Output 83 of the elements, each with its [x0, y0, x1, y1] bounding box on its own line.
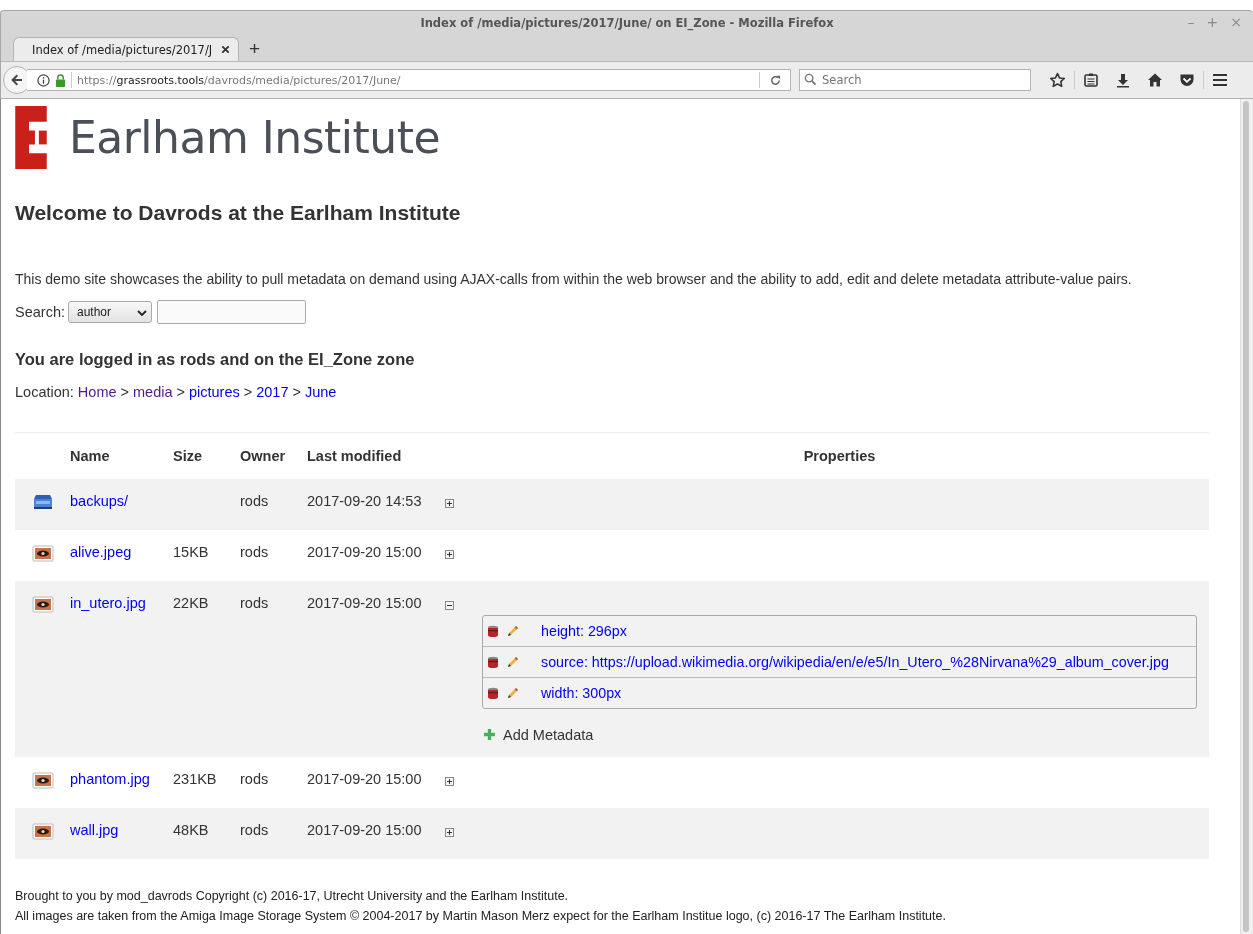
modified-date: 2017-09-20 14:53 — [307, 493, 422, 509]
modified-date: 2017-09-20 15:00 — [307, 595, 422, 611]
owner-text: rods — [240, 544, 269, 560]
metadata-link[interactable]: width: 300px — [541, 685, 622, 701]
reload-icon[interactable] — [769, 73, 782, 87]
browser-tab[interactable]: Index of /media/pictures/2017/J — [13, 37, 239, 61]
file-link[interactable]: phantom.jpg — [70, 771, 150, 787]
modified-date: 2017-09-20 15:00 — [307, 544, 422, 560]
breadcrumb-separator: > — [176, 384, 185, 400]
close-tab-icon[interactable] — [221, 45, 230, 54]
breadcrumb-link[interactable]: Home — [77, 384, 117, 400]
modified-date: 2017-09-20 15:00 — [307, 771, 422, 787]
image-file-icon — [31, 596, 54, 614]
column-header: Owner — [240, 448, 287, 464]
owner-text: rods — [240, 771, 269, 787]
column-header: Properties — [802, 448, 877, 464]
column-header: Name — [70, 448, 111, 464]
pocket-icon[interactable] — [1179, 72, 1195, 88]
expand-toggle[interactable] — [445, 550, 454, 559]
owner-text: rods — [240, 822, 269, 838]
lock-icon — [55, 73, 66, 87]
file-size: 48KB — [173, 822, 209, 838]
expand-toggle[interactable] — [445, 499, 454, 508]
reading-list-icon[interactable] — [1083, 72, 1099, 88]
delete-icon[interactable] — [487, 625, 499, 637]
file-link[interactable]: backups/ — [70, 493, 129, 509]
footer-text: All images are taken from the Amiga Image Storage System © 2004-2017 by Martin Mason Merz expect for the Earlham Institue logo, (c) 2016-17 The Earlham Institute. — [15, 909, 947, 923]
metadata-link[interactable]: height: 296px — [541, 623, 627, 639]
home-icon[interactable] — [1147, 72, 1163, 88]
file-link[interactable]: in_utero.jpg — [70, 595, 146, 611]
footer-text: Brought to you by mod_davrods Copyright (c) 2016-17, Utrecht University and the Earlham Institute. — [15, 889, 570, 903]
breadcrumb-link[interactable]: 2017 — [256, 384, 289, 400]
delete-icon[interactable] — [487, 687, 499, 699]
file-link[interactable]: alive.jpeg — [70, 544, 132, 560]
location-label: Location: — [15, 384, 74, 400]
download-icon[interactable] — [1115, 72, 1131, 88]
image-file-icon — [31, 772, 54, 790]
pencil-icon[interactable] — [507, 656, 519, 668]
pencil-icon[interactable] — [507, 687, 519, 699]
expand-toggle[interactable] — [445, 828, 454, 837]
metadata-link[interactable]: source: https://upload.wikimedia.org/wikipedia/en/e/e5/In_Utero_%28Nirvana%29_album_cover.jpg — [541, 654, 1169, 670]
folder-icon — [31, 494, 54, 510]
scrollbar[interactable] — [1240, 99, 1253, 934]
search-field[interactable]: Search — [799, 69, 1031, 91]
back-arrow-icon — [9, 72, 25, 88]
file-size: 15KB — [173, 544, 209, 560]
url-text: https://grassroots.tools/davrods/media/pictures/2017/June/ — [77, 73, 401, 87]
window-title: Index of /media/pictures/2017/June/ on EI_Zone - Mozilla Firefox — [420, 16, 834, 30]
breadcrumb-separator: > — [243, 384, 253, 400]
info-icon[interactable] — [37, 73, 50, 87]
image-file-icon — [31, 545, 54, 563]
breadcrumb-separator: > — [120, 384, 129, 400]
collapse-toggle[interactable] — [445, 601, 454, 610]
breadcrumb-link[interactable]: pictures — [189, 384, 240, 400]
pencil-icon[interactable] — [507, 625, 519, 637]
column-header: Last modified — [307, 448, 403, 464]
logo-text: Earlham Institute — [69, 112, 440, 163]
breadcrumb-link[interactable]: media — [133, 384, 173, 400]
owner-text: rods — [240, 595, 269, 611]
image-file-icon — [31, 823, 54, 841]
delete-icon[interactable] — [487, 656, 499, 668]
login-heading: You are logged in as rods and on the EI_Zone zone — [15, 350, 416, 369]
search-input[interactable] — [157, 300, 306, 324]
new-tab-button[interactable]: + — [245, 39, 265, 61]
logo-icon — [15, 106, 47, 169]
tab-title: Index of /media/pictures/2017/J — [32, 42, 213, 57]
expand-toggle[interactable] — [445, 777, 454, 786]
menu-icon[interactable] — [1212, 72, 1228, 88]
file-size: 22KB — [173, 595, 209, 611]
attribute-select[interactable]: author — [68, 301, 152, 323]
breadcrumb-link[interactable]: June — [304, 384, 337, 400]
intro-text: This demo site showcases the ability to pull metadata on demand using AJAX-calls from within the web browser and the ability to add, edit and delete metadata attribute-value pairs. — [15, 271, 1133, 287]
search-label: Search: — [15, 304, 65, 320]
star-icon[interactable] — [1049, 71, 1066, 89]
address-bar[interactable]: https://grassroots.tools/davrods/media/pictures/2017/June/ — [27, 69, 791, 91]
owner-text: rods — [240, 493, 269, 509]
breadcrumb-separator: > — [292, 384, 301, 400]
file-size: 231KB — [173, 771, 217, 787]
file-link[interactable]: wall.jpg — [70, 822, 119, 838]
modified-date: 2017-09-20 15:00 — [307, 822, 422, 838]
add-metadata-link[interactable]: Add Metadata — [503, 727, 594, 743]
page-heading: Welcome to Davrods at the Earlham Institute — [15, 201, 462, 225]
column-header: Size — [173, 448, 203, 464]
